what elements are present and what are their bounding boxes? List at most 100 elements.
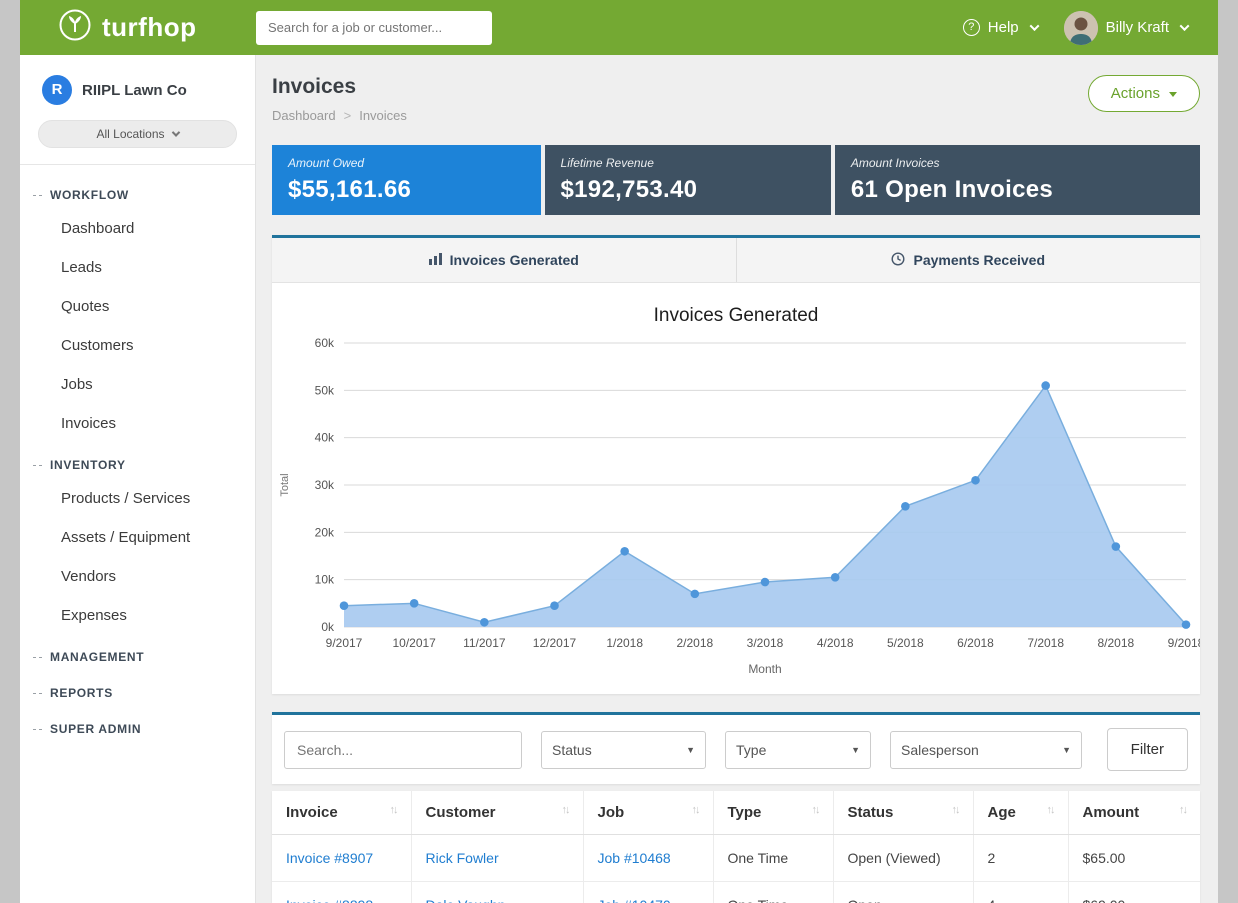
stat-value: $55,161.66 xyxy=(288,176,525,204)
invoices-generated-chart: 0k10k20k30k40k50k60k9/201710/201711/2017… xyxy=(272,329,1200,694)
sidebar-item-jobs[interactable]: Jobs xyxy=(20,365,255,404)
type-select[interactable]: Type ▼ xyxy=(725,731,871,769)
dash-icon xyxy=(33,693,42,694)
table-cell: One Time xyxy=(713,882,833,903)
sidebar-item-invoices[interactable]: Invoices xyxy=(20,404,255,443)
app-window: turfhop ? Help Billy Kraft xyxy=(20,0,1218,903)
nav-section-reports[interactable]: REPORTS xyxy=(20,671,255,707)
location-label: All Locations xyxy=(96,127,164,141)
sidebar-item-products-services[interactable]: Products / Services xyxy=(20,479,255,518)
select-value: Salesperson xyxy=(901,742,979,758)
svg-text:Total: Total xyxy=(279,473,291,496)
global-search-input[interactable] xyxy=(256,11,492,45)
sidebar-item-expenses[interactable]: Expenses xyxy=(20,596,255,635)
main-content: Invoices Dashboard > Invoices Actions Am… xyxy=(256,55,1218,903)
area-chart: 0k10k20k30k40k50k60k9/201710/201711/2017… xyxy=(272,329,1200,681)
brand-logo[interactable]: turfhop xyxy=(58,8,256,47)
cell-link[interactable]: Rick Fowler xyxy=(426,850,499,866)
sidebar-item-leads[interactable]: Leads xyxy=(20,248,255,287)
column-label: Job xyxy=(598,804,625,821)
table-cell: Open (Viewed) xyxy=(833,835,973,882)
help-icon: ? xyxy=(963,19,980,36)
column-header-invoice[interactable]: Invoice↑↓ xyxy=(272,791,411,835)
svg-text:50k: 50k xyxy=(315,383,335,397)
top-navbar: turfhop ? Help Billy Kraft xyxy=(20,0,1218,55)
column-header-status[interactable]: Status↑↓ xyxy=(833,791,973,835)
cell-link[interactable]: Invoice #8898 xyxy=(286,897,373,903)
svg-text:0k: 0k xyxy=(321,620,335,634)
sidebar: R RIIPL Lawn Co All Locations WORKFLOW D… xyxy=(20,55,256,903)
column-header-amount[interactable]: Amount↑↓ xyxy=(1068,791,1200,835)
stat-lifetime-revenue: Lifetime Revenue $192,753.40 xyxy=(545,145,831,215)
sort-icon[interactable]: ↑↓ xyxy=(1047,804,1054,816)
user-menu[interactable]: Billy Kraft xyxy=(1064,11,1188,45)
company-header: R RIIPL Lawn Co xyxy=(20,55,255,105)
sort-icon[interactable]: ↑↓ xyxy=(390,804,397,816)
svg-text:1/2018: 1/2018 xyxy=(606,636,643,650)
filter-button[interactable]: Filter xyxy=(1107,728,1188,771)
svg-text:6/2018: 6/2018 xyxy=(957,636,994,650)
svg-text:40k: 40k xyxy=(315,431,335,445)
tab-payments-received[interactable]: Payments Received xyxy=(736,238,1201,282)
table-search-input[interactable] xyxy=(284,731,522,769)
sidebar-item-customers[interactable]: Customers xyxy=(20,326,255,365)
dash-icon xyxy=(33,657,42,658)
company-badge: R xyxy=(42,75,72,105)
salesperson-select[interactable]: Salesperson ▼ xyxy=(890,731,1082,769)
breadcrumb-separator: > xyxy=(344,108,352,123)
chevron-down-icon xyxy=(1029,21,1039,31)
cell-link[interactable]: Invoice #8907 xyxy=(286,850,373,866)
table-row: Invoice #8907 Rick Fowler Job #10468 One Ti… xyxy=(272,835,1200,882)
sidebar-item-dashboard[interactable]: Dashboard xyxy=(20,209,255,248)
column-header-job[interactable]: Job ↑↓ xyxy=(583,791,713,835)
chart-tabs: Invoices Generated Payments Received xyxy=(272,238,1200,283)
help-menu[interactable]: ? Help xyxy=(963,19,1038,36)
filters-panel: Status ▼ Type ▼ Salesperson ▼ Filter xyxy=(272,712,1200,784)
column-header-age[interactable]: Age ↑↓ xyxy=(973,791,1068,835)
column-header-type[interactable]: Type↑↓ xyxy=(713,791,833,835)
sort-icon[interactable]: ↑↓ xyxy=(812,804,819,816)
tab-invoices-generated[interactable]: Invoices Generated xyxy=(272,238,736,282)
help-label: Help xyxy=(988,19,1019,36)
svg-text:2/2018: 2/2018 xyxy=(676,636,713,650)
nav-section-label: INVENTORY xyxy=(50,458,126,472)
stat-value: $192,753.40 xyxy=(561,176,815,204)
sort-icon[interactable]: ↑↓ xyxy=(562,804,569,816)
nav-section-management[interactable]: MANAGEMENT xyxy=(20,635,255,671)
stat-label: Amount Invoices xyxy=(851,156,1184,170)
svg-text:20k: 20k xyxy=(315,525,335,539)
cell-link[interactable]: Dale Vaughn xyxy=(426,897,506,903)
breadcrumb-invoices[interactable]: Invoices xyxy=(359,108,407,123)
sidebar-item-vendors[interactable]: Vendors xyxy=(20,557,255,596)
clock-icon xyxy=(891,252,905,269)
stat-value: 61 Open Invoices xyxy=(851,176,1184,204)
breadcrumb-dashboard[interactable]: Dashboard xyxy=(272,108,336,123)
column-label: Customer xyxy=(426,804,496,821)
sidebar-item-quotes[interactable]: Quotes xyxy=(20,287,255,326)
stat-label: Amount Owed xyxy=(288,156,525,170)
status-select[interactable]: Status ▼ xyxy=(541,731,706,769)
avatar xyxy=(1064,11,1098,45)
sort-icon[interactable]: ↑↓ xyxy=(692,804,699,816)
sort-icon[interactable]: ↑↓ xyxy=(952,804,959,816)
stat-open-invoices: Amount Invoices 61 Open Invoices xyxy=(835,145,1200,215)
location-selector[interactable]: All Locations xyxy=(38,120,237,148)
actions-button[interactable]: Actions xyxy=(1088,75,1200,112)
sort-icon[interactable]: ↑↓ xyxy=(1179,804,1186,816)
column-label: Age xyxy=(988,804,1016,821)
nav-section-inventory[interactable]: INVENTORY xyxy=(20,443,255,479)
table-body: Invoice #8907 Rick Fowler Job #10468 One Ti… xyxy=(272,835,1200,903)
nav-section-label: MANAGEMENT xyxy=(50,650,144,664)
dash-icon xyxy=(33,465,42,466)
stat-amount-owed: Amount Owed $55,161.66 xyxy=(272,145,541,215)
nav-section-workflow[interactable]: WORKFLOW xyxy=(20,173,255,209)
svg-text:11/2017: 11/2017 xyxy=(463,636,506,650)
svg-text:8/2018: 8/2018 xyxy=(1097,636,1134,650)
cell-link[interactable]: Job #10468 xyxy=(598,850,671,866)
table-cell: One Time xyxy=(713,835,833,882)
nav-section-super-admin[interactable]: SUPER ADMIN xyxy=(20,707,255,743)
column-header-customer[interactable]: Customer ↑↓ xyxy=(411,791,583,835)
sidebar-item-assets-equipment[interactable]: Assets / Equipment xyxy=(20,518,255,557)
cell-link[interactable]: Job #10470 xyxy=(598,897,671,903)
svg-text:60k: 60k xyxy=(315,336,335,350)
